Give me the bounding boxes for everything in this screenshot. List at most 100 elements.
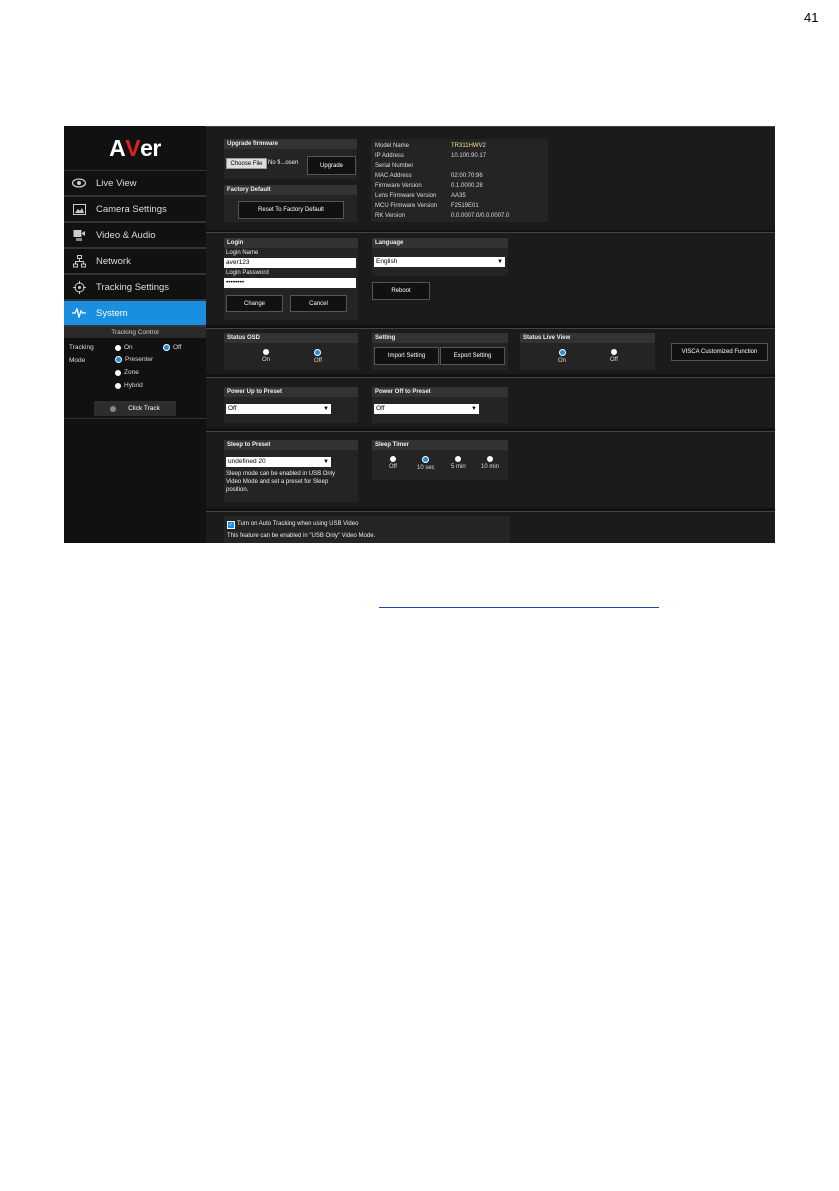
tracking-label: Tracking bbox=[69, 344, 94, 351]
radio-icon bbox=[115, 344, 121, 351]
sidebar-item-label: Video & Audio bbox=[96, 229, 156, 241]
band-login: Login Login Name aver123 Login Password … bbox=[206, 232, 775, 325]
setting-title: Setting bbox=[372, 333, 508, 343]
power-off-select[interactable]: Off ▼ bbox=[374, 404, 479, 414]
click-track-button[interactable]: Click Track bbox=[94, 401, 176, 416]
radio-selected-icon bbox=[314, 349, 322, 356]
video-audio-icon bbox=[72, 228, 86, 242]
band-auto-tracking: ✓ Turn on Auto Tracking when using USB V… bbox=[206, 511, 775, 543]
radio-icon bbox=[115, 369, 121, 376]
info-label: Model Name bbox=[375, 143, 410, 149]
chevron-down-icon: ▼ bbox=[323, 459, 329, 465]
login-password-input[interactable]: •••••••• bbox=[224, 278, 356, 288]
radio-selected-icon bbox=[163, 344, 170, 351]
info-value: TR311HWV2 bbox=[451, 143, 486, 149]
sidebar-nav: Live View Camera Settings Video & Audio … bbox=[64, 171, 206, 327]
radio-icon bbox=[610, 349, 617, 355]
hyperlink-underline[interactable] bbox=[379, 607, 659, 608]
sidebar-item-tracking-settings[interactable]: Tracking Settings bbox=[64, 275, 206, 301]
network-icon bbox=[72, 254, 86, 268]
tracking-off-radio[interactable]: Off bbox=[163, 344, 182, 351]
sleep-note-line: Sleep mode can be enabled in USB Only bbox=[226, 471, 336, 477]
chevron-down-icon: ▼ bbox=[323, 406, 329, 412]
chevron-down-icon: ▼ bbox=[471, 406, 477, 412]
sleep-timer-off-radio[interactable]: Off bbox=[389, 456, 397, 470]
reset-factory-button[interactable]: Reset To Factory Default bbox=[238, 201, 344, 219]
sidebar-item-label: Live View bbox=[96, 177, 137, 189]
sidebar-item-live-view[interactable]: Live View bbox=[64, 171, 206, 197]
live-view-off-radio[interactable]: Off bbox=[610, 349, 618, 363]
info-label: RK Version bbox=[375, 213, 406, 219]
visca-customized-button[interactable]: VISCA Customized Function bbox=[671, 343, 768, 361]
sidebar-item-label: Tracking Settings bbox=[96, 281, 170, 293]
factory-default-panel: Factory Default Reset To Factory Default bbox=[224, 185, 357, 222]
status-osd-title: Status OSD bbox=[224, 333, 358, 343]
sidebar-item-label: System bbox=[96, 307, 128, 319]
tracking-control-panel: Tracking On Off Mode Presenter Zone Hybr… bbox=[64, 338, 206, 419]
sidebar-item-camera-settings[interactable]: Camera Settings bbox=[64, 197, 206, 223]
power-up-select[interactable]: Off ▼ bbox=[226, 404, 331, 414]
mode-zone-radio[interactable]: Zone bbox=[115, 369, 139, 376]
mode-presenter-radio[interactable]: Presenter bbox=[115, 356, 153, 363]
pulse-icon bbox=[72, 306, 86, 320]
auto-tracking-checkbox[interactable]: ✓ bbox=[227, 521, 235, 529]
sleep-timer-panel: Sleep Timer Off 10 sec 5 min 10 min bbox=[372, 440, 508, 480]
info-label: Firmware Version bbox=[375, 183, 422, 189]
radio-icon bbox=[263, 349, 269, 355]
import-setting-button[interactable]: Import Setting bbox=[374, 347, 439, 365]
factory-default-title: Factory Default bbox=[224, 185, 357, 195]
main-content: Upgrade firmware Choose File No fi...ose… bbox=[206, 126, 775, 543]
cancel-button[interactable]: Cancel bbox=[290, 295, 347, 312]
info-value: 10.100.90.17 bbox=[451, 153, 487, 159]
radio-icon bbox=[389, 456, 396, 462]
radio-selected-icon bbox=[115, 356, 122, 363]
info-label: Lens Firmware Version bbox=[375, 193, 437, 199]
mode-hybrid-radio[interactable]: Hybrid bbox=[115, 382, 143, 389]
radio-icon bbox=[455, 456, 462, 462]
info-label: IP Address bbox=[375, 153, 404, 159]
crosshair-icon bbox=[72, 280, 86, 294]
device-info-panel: Model Name TR311HWV2 IP Address 10.100.9… bbox=[371, 139, 548, 222]
language-select[interactable]: English ▼ bbox=[374, 257, 505, 267]
change-button[interactable]: Change bbox=[226, 295, 283, 312]
status-osd-off-radio[interactable]: Off bbox=[314, 349, 322, 364]
sidebar-item-label: Camera Settings bbox=[96, 203, 167, 215]
info-value: AA35 bbox=[451, 193, 466, 199]
upgrade-firmware-panel: Upgrade firmware Choose File No fi...ose… bbox=[224, 139, 357, 179]
reboot-button[interactable]: Reboot bbox=[372, 282, 430, 300]
image-icon bbox=[72, 202, 86, 216]
auto-tracking-note: This feature can be enabled in "USB Only… bbox=[227, 533, 376, 539]
choose-file-button[interactable]: Choose File bbox=[226, 158, 267, 169]
login-name-input[interactable]: aver123 bbox=[224, 258, 356, 268]
band-power: Power Up to Preset Off ▼ Power Off to Pr… bbox=[206, 377, 775, 428]
info-value: 0.1.0000.28 bbox=[451, 183, 483, 189]
screenshot-frame: A Ver Live View Camera Settings Video & A… bbox=[64, 126, 775, 543]
login-name-label: Login Name bbox=[226, 250, 259, 256]
sidebar-item-video-audio[interactable]: Video & Audio bbox=[64, 223, 206, 249]
export-setting-button[interactable]: Export Setting bbox=[440, 347, 505, 365]
power-up-panel: Power Up to Preset Off ▼ bbox=[224, 387, 358, 423]
radio-icon bbox=[487, 456, 493, 462]
sleep-timer-5min-radio[interactable]: 5 min bbox=[451, 456, 466, 470]
info-value: 02:00:70:96 bbox=[451, 173, 483, 179]
sleep-timer-10min-radio[interactable]: 10 min bbox=[481, 456, 499, 470]
upgrade-firmware-title: Upgrade firmware bbox=[224, 139, 357, 149]
info-label: Serial Number bbox=[375, 163, 414, 169]
aver-logo: A Ver bbox=[64, 126, 206, 171]
mode-label: Mode bbox=[69, 357, 86, 364]
sidebar-item-network[interactable]: Network bbox=[64, 249, 206, 275]
page-number: 41 bbox=[804, 10, 819, 25]
tracking-on-radio[interactable]: On bbox=[115, 344, 133, 351]
info-value: 0.0.0007.0/0.0.0007.0 bbox=[451, 213, 510, 219]
sleep-preset-select[interactable]: undefined 20 ▼ bbox=[226, 457, 331, 467]
sleep-preset-panel: Sleep to Preset undefined 20 ▼ Sleep mod… bbox=[224, 440, 358, 502]
status-osd-on-radio[interactable]: On bbox=[262, 349, 270, 363]
radio-selected-icon bbox=[422, 456, 430, 463]
sleep-timer-10sec-radio[interactable]: 10 sec bbox=[417, 456, 435, 471]
live-view-on-radio[interactable]: On bbox=[558, 349, 566, 364]
login-panel: Login Login Name aver123 Login Password … bbox=[224, 238, 358, 320]
upgrade-button[interactable]: Upgrade bbox=[307, 156, 356, 175]
setting-panel: Setting Import Setting Export Setting bbox=[372, 333, 508, 370]
radio-selected-icon bbox=[558, 349, 566, 356]
sidebar-item-system[interactable]: System bbox=[64, 301, 206, 327]
